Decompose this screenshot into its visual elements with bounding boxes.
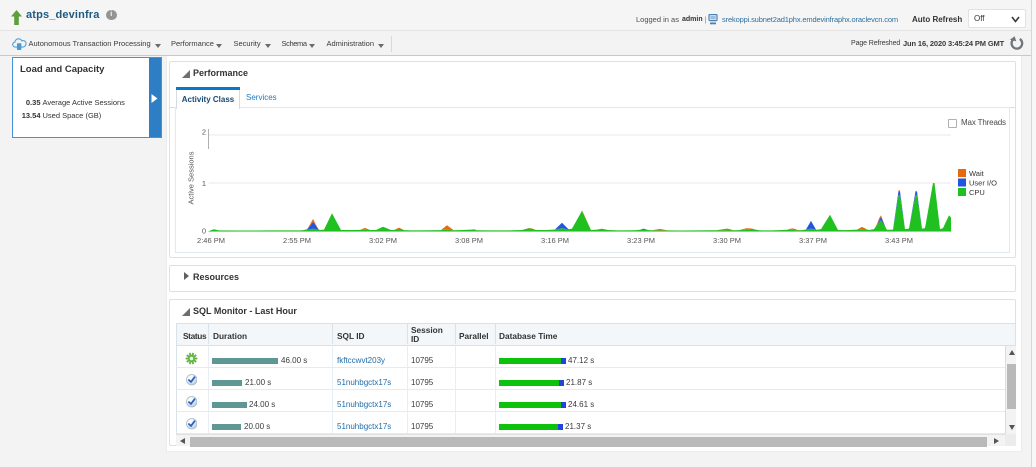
svg-text:3:16 PM: 3:16 PM — [541, 236, 569, 245]
svg-text:Wait: Wait — [969, 169, 985, 178]
svg-text:Active Sessions: Active Sessions — [187, 151, 196, 204]
svg-text:User I/O: User I/O — [969, 179, 997, 188]
svg-text:3:08 PM: 3:08 PM — [455, 236, 483, 245]
svg-text:3:43 PM: 3:43 PM — [885, 236, 913, 245]
svg-text:2:46 PM: 2:46 PM — [197, 236, 225, 245]
svg-text:3:30 PM: 3:30 PM — [713, 236, 741, 245]
svg-text:3:37 PM: 3:37 PM — [799, 236, 827, 245]
svg-text:CPU: CPU — [969, 188, 985, 197]
svg-text:1: 1 — [202, 179, 206, 188]
svg-text:2:55 PM: 2:55 PM — [283, 236, 311, 245]
svg-text:0: 0 — [202, 227, 206, 236]
svg-text:3:23 PM: 3:23 PM — [627, 236, 655, 245]
svg-text:2: 2 — [202, 128, 206, 137]
svg-text:3:02 PM: 3:02 PM — [369, 236, 397, 245]
